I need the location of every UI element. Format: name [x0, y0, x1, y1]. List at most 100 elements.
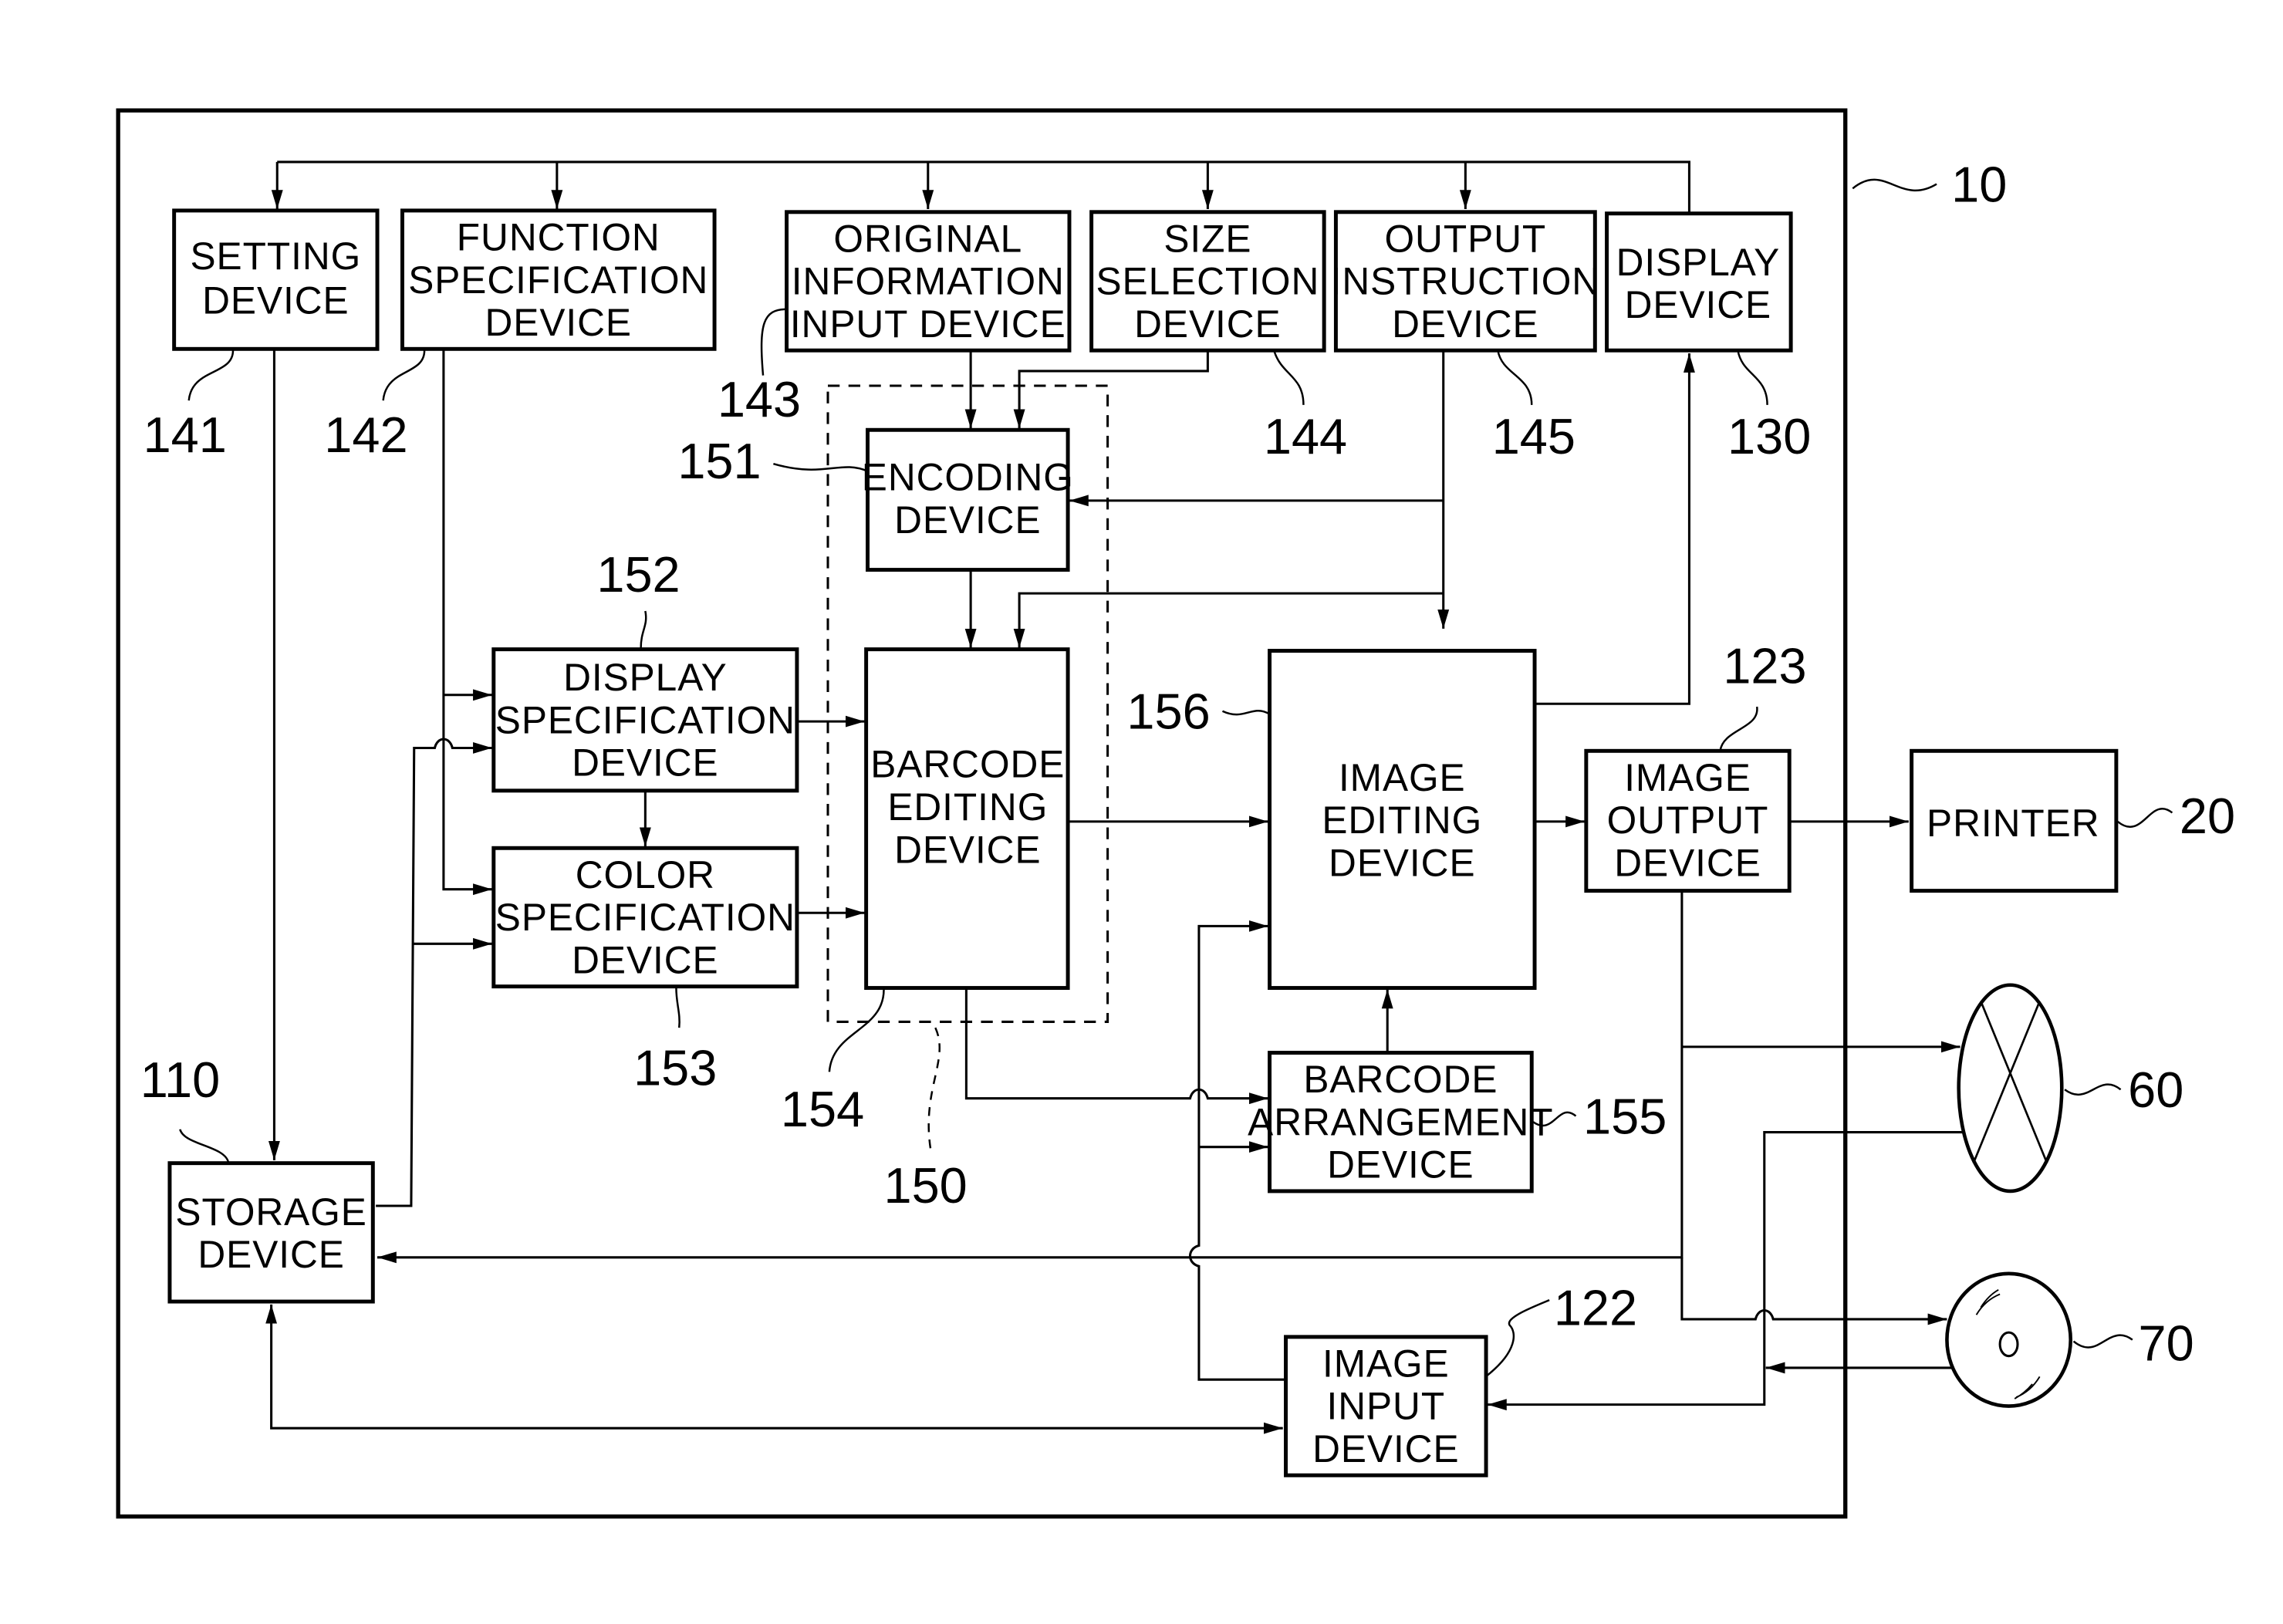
image-output-to-disc	[1680, 1257, 1947, 1325]
ref-leader-141	[187, 350, 235, 401]
card-to-image-input	[1487, 1131, 1964, 1411]
ref-leader-130	[1737, 349, 1768, 405]
ref-leader-144	[1273, 349, 1305, 405]
svg-text:DEVICE: DEVICE	[485, 301, 632, 344]
svg-text:STORAGE: STORAGE	[175, 1190, 366, 1234]
image-editing-to-display	[1535, 353, 1695, 705]
setting-device: SETTING DEVICE	[172, 208, 380, 351]
svg-text:SPECIFICATION: SPECIFICATION	[495, 698, 795, 741]
printer: PRINTER	[1910, 748, 2119, 893]
ref-leader-153	[675, 988, 681, 1028]
svg-text:PRINTER: PRINTER	[1927, 802, 2099, 845]
function-to-color-spec	[442, 349, 492, 896]
svg-text:DEVICE: DEVICE	[1312, 1427, 1459, 1470]
svg-text:COLOR: COLOR	[576, 853, 715, 896]
output-instr-to-barcode-editing	[1013, 592, 1444, 648]
ref-155: 155	[1583, 1088, 1667, 1144]
ref-110: 110	[140, 1052, 220, 1108]
svg-text:INFORMATION: INFORMATION	[792, 260, 1065, 303]
svg-text:DEVICE: DEVICE	[572, 741, 718, 785]
ref-145: 145	[1492, 408, 1575, 464]
image-editing-device: IMAGE EDITING DEVICE	[1268, 649, 1537, 991]
svg-text:DEVICE: DEVICE	[1134, 302, 1281, 346]
ref-leader-60	[2064, 1083, 2122, 1096]
display-specification-device: DISPLAY SPECIFICATION DEVICE	[491, 647, 799, 793]
svg-text:DEVICE: DEVICE	[1327, 1143, 1474, 1187]
ref-leader-123	[1719, 706, 1758, 751]
color-specification-device: COLOR SPECIFICATION DEVICE	[491, 846, 799, 989]
block-diagram: 10 SETTING DEVICE FUNCTION SPECIFICATION…	[116, 108, 2235, 1519]
ref-leader-152	[640, 610, 647, 648]
svg-text:DEVICE: DEVICE	[1329, 842, 1475, 885]
original-information-input-device: ORIGINAL INFORMATION INPUT DEVICE	[785, 210, 1072, 353]
size-selection-device: SIZE SELECTION DEVICE	[1089, 210, 1326, 353]
ref-153: 153	[633, 1040, 717, 1096]
ref-141: 141	[144, 407, 227, 463]
display-device: DISPLAY DEVICE	[1605, 211, 1793, 353]
svg-text:SIZE: SIZE	[1163, 217, 1251, 260]
ref-152: 152	[596, 546, 680, 603]
ref-20: 20	[2180, 788, 2235, 844]
svg-text:DISPLAY: DISPLAY	[563, 656, 728, 699]
image-input-device: IMAGE INPUT DEVICE	[1284, 1335, 1488, 1477]
svg-text:BARCODE: BARCODE	[1303, 1058, 1498, 1101]
barcode-editing-to-arrangement	[964, 988, 1268, 1105]
ref-151: 151	[677, 433, 761, 489]
ref-70: 70	[2139, 1315, 2194, 1371]
svg-text:OUTPUT: OUTPUT	[1385, 217, 1547, 260]
barcode-arrangement-device: BARCODE ARRANGEMENT DEVICE	[1248, 1051, 1553, 1194]
svg-text:IMAGE: IMAGE	[1322, 1342, 1450, 1385]
storage-to-display-spec	[376, 738, 492, 1207]
output-instruction-device: OUTPUT INSTRUCTION DEVICE	[1331, 210, 1599, 353]
ref-leader-150	[927, 1027, 941, 1152]
image-output-device: IMAGE OUTPUT DEVICE	[1584, 748, 1792, 893]
ref-142: 142	[324, 407, 407, 463]
memory-card-icon	[1957, 983, 2064, 1194]
storage-device: STORAGE DEVICE	[167, 1161, 375, 1304]
svg-text:BARCODE: BARCODE	[870, 743, 1065, 786]
svg-text:IMAGE: IMAGE	[1339, 756, 1466, 799]
ref-leader-151	[773, 462, 869, 472]
svg-text:SPECIFICATION: SPECIFICATION	[408, 258, 708, 302]
svg-text:DEVICE: DEVICE	[1614, 842, 1761, 885]
ref-144: 144	[1264, 408, 1347, 464]
svg-text:DEVICE: DEVICE	[198, 1233, 344, 1276]
ref-leader-145	[1497, 349, 1533, 405]
ref-leader-110	[179, 1129, 230, 1164]
ref-leader-20	[2117, 807, 2173, 828]
svg-text:EDITING: EDITING	[887, 785, 1048, 829]
ref-leader-70	[2072, 1334, 2133, 1349]
ref-60: 60	[2128, 1062, 2183, 1118]
svg-text:FUNCTION: FUNCTION	[457, 215, 660, 258]
ref-leader-142	[382, 350, 426, 401]
svg-text:SPECIFICATION: SPECIFICATION	[495, 896, 795, 939]
system-ref-leader	[1852, 178, 1937, 192]
svg-text:ORIGINAL: ORIGINAL	[833, 217, 1022, 260]
ref-leader-156	[1221, 710, 1271, 716]
svg-text:INPUT DEVICE: INPUT DEVICE	[790, 302, 1066, 346]
svg-text:SETTING: SETTING	[191, 235, 362, 278]
svg-text:OUTPUT: OUTPUT	[1607, 798, 1769, 842]
svg-text:INPUT: INPUT	[1326, 1385, 1445, 1428]
svg-text:ARRANGEMENT: ARRANGEMENT	[1248, 1100, 1553, 1143]
ref-154: 154	[781, 1081, 864, 1137]
function-specification-device: FUNCTION SPECIFICATION DEVICE	[400, 208, 717, 351]
svg-text:ENCODING: ENCODING	[862, 456, 1074, 499]
svg-text:DEVICE: DEVICE	[1392, 302, 1538, 346]
svg-text:DEVICE: DEVICE	[572, 938, 718, 981]
size-to-encoding	[1013, 350, 1209, 429]
svg-text:DEVICE: DEVICE	[202, 279, 349, 322]
disc-icon	[1945, 1271, 2073, 1408]
ref-130: 130	[1727, 408, 1811, 464]
ref-leader-154	[828, 989, 885, 1072]
ref-123: 123	[1723, 638, 1806, 694]
ref-122: 122	[1554, 1280, 1637, 1336]
barcode-editing-device: BARCODE EDITING DEVICE	[864, 647, 1070, 991]
ref-leader-122	[1487, 1298, 1550, 1376]
ref-150: 150	[884, 1157, 968, 1214]
system-ref: 10	[1951, 156, 2007, 212]
storage-image-input-link	[265, 1304, 1283, 1434]
svg-text:SELECTION: SELECTION	[1096, 260, 1319, 303]
svg-text:DEVICE: DEVICE	[894, 498, 1041, 542]
svg-text:DEVICE: DEVICE	[1625, 283, 1771, 326]
